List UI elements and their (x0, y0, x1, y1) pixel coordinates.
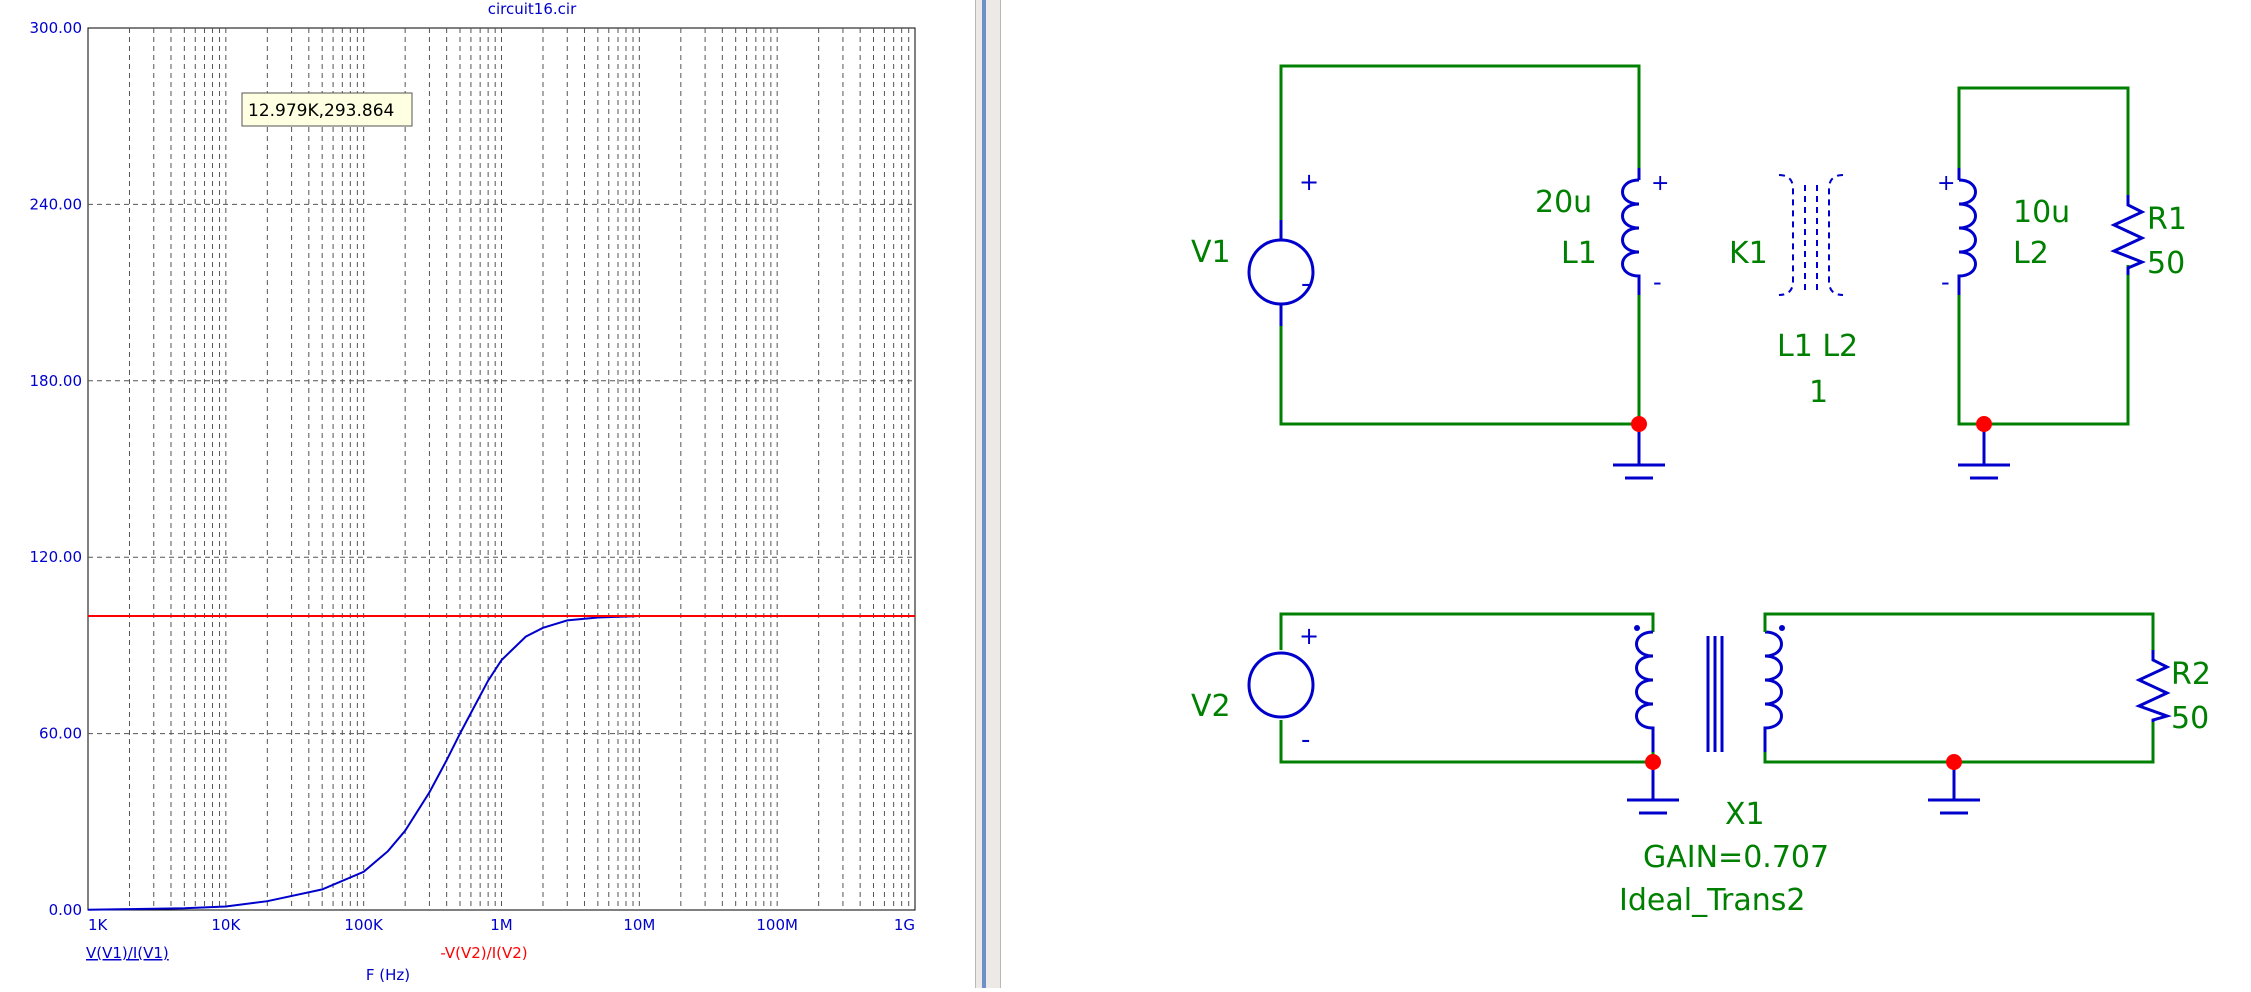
plot-panel[interactable]: circuit16.cir 0.00 60.00 120.00 180.00 240.0… (0, 0, 975, 988)
svg-text:-: - (1301, 725, 1310, 755)
x-tick-label: 10K (211, 916, 241, 934)
x-tick-label: 10M (623, 916, 655, 934)
y-axis-ticks: 0.00 60.00 120.00 180.00 240.00 300.00 (30, 19, 83, 919)
label-x1-name: X1 (1725, 797, 1765, 832)
svg-text:+: + (1299, 622, 1319, 650)
wire-bottom-primary[interactable] (1279, 612, 1655, 764)
bottom-circuit: + - V2 X1 GAIN=0.707 Ideal_Trans2 R2 50 (1191, 612, 2211, 918)
cursor-readout-text: 12.979K,293.864 (248, 101, 394, 121)
x-axis-ticks: 1K 10K 100K 1M 10M 100M 1G (88, 916, 915, 934)
label-x1-model: Ideal_Trans2 (1619, 883, 1805, 918)
schematic-canvas[interactable]: + - V1 + - 20u L1 K1 L1 L2 1 + - 10u L2 … (1001, 0, 2251, 988)
label-v2: V2 (1191, 689, 1231, 724)
label-r1-name: R1 (2147, 202, 2187, 237)
label-l2-name: L2 (2013, 236, 2049, 271)
schematic-editor[interactable]: + - V1 + - 20u L1 K1 L1 L2 1 + - 10u L2 … (1001, 0, 2251, 988)
svg-text:+: + (1299, 168, 1319, 196)
svg-text:+: + (1937, 171, 1955, 196)
node-dot-bottom-left[interactable] (1645, 754, 1661, 770)
label-k1-refs: L1 L2 (1777, 329, 1858, 364)
cursor-readout: 12.979K,293.864 (241, 92, 413, 127)
ground-top-left (1613, 424, 1665, 480)
y-tick-label: 240.00 (30, 195, 83, 213)
coupling-k1-symbol[interactable] (1778, 174, 1844, 296)
ground-top-right (1958, 424, 2010, 480)
top-circuit: + - V1 + - 20u L1 K1 L1 L2 1 + - 10u L2 … (1191, 64, 2187, 480)
wire-bottom-secondary[interactable] (1763, 612, 2155, 764)
label-v1: V1 (1191, 235, 1231, 270)
x-tick-label: 1K (88, 916, 109, 934)
x-tick-label: 1M (490, 916, 513, 934)
node-dot-top-right[interactable] (1976, 416, 1992, 432)
x-tick-label: 1G (894, 916, 915, 934)
panel-splitter[interactable] (975, 0, 1001, 988)
x-tick-label: 100M (756, 916, 798, 934)
y-tick-label: 60.00 (39, 725, 82, 743)
splitter-grip (982, 0, 986, 988)
svg-text:+: + (1651, 171, 1669, 196)
label-r2-name: R2 (2171, 657, 2211, 692)
svg-text:-: - (1301, 269, 1310, 299)
y-tick-label: 0.00 (49, 901, 82, 919)
plot-title: circuit16.cir (488, 0, 577, 18)
label-r1-value: 50 (2147, 246, 2185, 281)
label-k1-value: 1 (1809, 375, 1828, 410)
x-tick-label: 100K (344, 916, 384, 934)
analysis-plot[interactable]: circuit16.cir 0.00 60.00 120.00 180.00 240.0… (0, 0, 975, 988)
voltage-source-v2[interactable]: + - (1247, 622, 1319, 755)
inductor-l1[interactable]: + - (1621, 168, 1670, 296)
transformer-x1[interactable] (1634, 625, 1785, 752)
resistor-r1[interactable] (2110, 195, 2146, 275)
trace-label-v2[interactable]: -V(V2)/I(V2) (440, 944, 527, 962)
label-x1-gain: GAIN=0.707 (1643, 840, 1829, 875)
label-k1: K1 (1729, 236, 1768, 271)
y-tick-label: 120.00 (30, 548, 83, 566)
svg-text:-: - (1941, 268, 1950, 296)
label-l1-name: L1 (1561, 236, 1597, 271)
label-l1-value: 20u (1535, 185, 1592, 220)
trace-label-v1[interactable]: V(V1)/I(V1) (86, 944, 169, 962)
node-dot-top-left[interactable] (1631, 416, 1647, 432)
label-r2-value: 50 (2171, 701, 2209, 736)
voltage-source-v1[interactable]: + - (1247, 168, 1319, 326)
node-dot-bottom-right[interactable] (1946, 754, 1962, 770)
x-axis-title: F (Hz) (366, 966, 410, 984)
y-tick-label: 300.00 (30, 19, 83, 37)
y-tick-label: 180.00 (30, 372, 83, 390)
svg-text:-: - (1653, 268, 1662, 296)
label-l2-value: 10u (2013, 195, 2070, 230)
resistor-r2[interactable] (2135, 650, 2172, 722)
inductor-l2[interactable]: + - (1937, 168, 1977, 296)
